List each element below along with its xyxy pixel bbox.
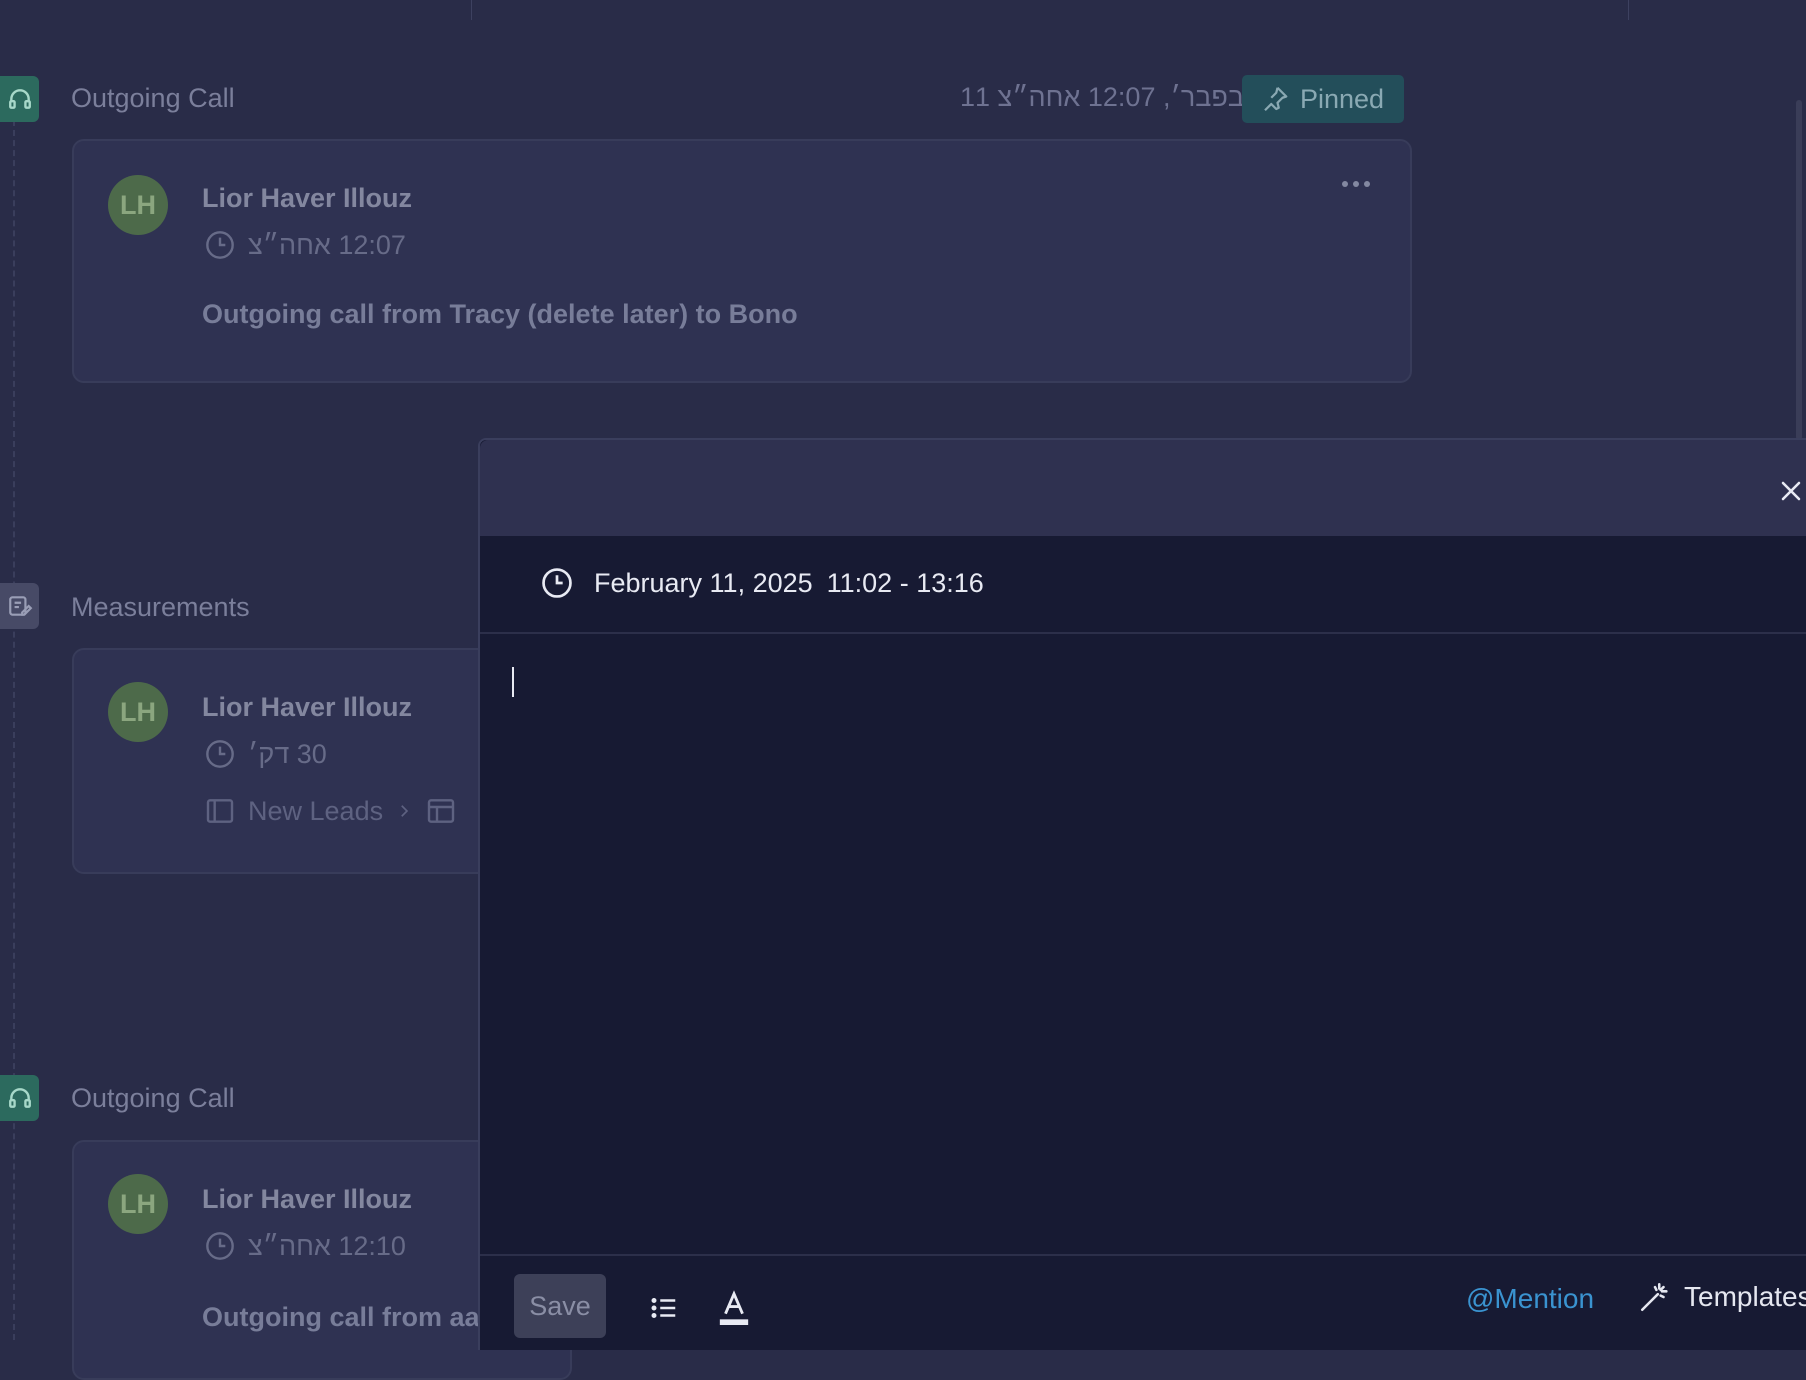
divider xyxy=(480,632,1806,634)
timeline-line xyxy=(13,120,15,1340)
divider xyxy=(480,1254,1806,1256)
avatar: LH xyxy=(108,682,168,742)
avatar: LH xyxy=(108,175,168,235)
event-body: Outgoing call from Tracy (delete later) … xyxy=(202,299,798,329)
event-meta: 12:07 אחה״צ xyxy=(204,229,406,261)
magic-wand-icon xyxy=(1640,1282,1668,1312)
scrollbar[interactable] xyxy=(1796,100,1802,440)
breadcrumb-board[interactable]: New Leads xyxy=(248,796,383,827)
text-color-icon xyxy=(719,1290,749,1325)
pinned-label: Pinned xyxy=(1300,83,1385,114)
event-timestamp: בפבר׳, 12:07 אחה״צ 11 xyxy=(960,82,1245,112)
author-name: Lior Haver Illouz xyxy=(202,692,413,722)
clock-icon xyxy=(206,231,234,259)
meta-text: 30 דק׳ xyxy=(248,738,327,769)
pinned-badge[interactable]: Pinned xyxy=(1242,75,1404,123)
event-meta: 12:10 אחה״צ xyxy=(204,1230,406,1262)
author-name: Lior Haver Illouz xyxy=(202,1184,413,1214)
meta-text: 12:10 אחה״צ xyxy=(248,1230,406,1261)
text-color-button[interactable] xyxy=(714,1288,754,1328)
chevron-right-icon xyxy=(401,805,409,817)
templates-button[interactable]: Templates xyxy=(1638,1280,1806,1314)
clock-icon xyxy=(542,568,572,598)
top-divider-right xyxy=(1628,0,1629,20)
pin-icon xyxy=(1264,86,1288,112)
mention-button[interactable]: @Mention xyxy=(1466,1283,1594,1315)
templates-label: Templates xyxy=(1684,1281,1806,1312)
event-body: Outgoing call from aa xyxy=(202,1302,480,1332)
event-title: Outgoing Call xyxy=(71,1083,235,1113)
text-editor[interactable] xyxy=(510,655,1790,1255)
close-icon xyxy=(1781,481,1801,501)
meta-text: 12:07 אחה״צ xyxy=(248,229,406,260)
clock-icon xyxy=(206,740,234,768)
time-range-text: 11:02 - 13:16 xyxy=(826,567,984,598)
event-meta: 30 דק׳ xyxy=(204,738,327,770)
call-type-icon xyxy=(0,76,39,122)
call-type-icon xyxy=(0,1075,39,1121)
item-icon xyxy=(427,799,455,823)
close-button[interactable] xyxy=(1776,476,1806,506)
update-editor-modal: February 11, 2025 11:02 - 13:16 Save @Me… xyxy=(478,438,1806,1350)
avatar: LH xyxy=(108,1174,168,1234)
modal-header xyxy=(480,440,1806,536)
clock-icon xyxy=(206,1232,234,1260)
date-time-row[interactable]: February 11, 2025 11:02 - 13:16 xyxy=(540,566,984,600)
author-name: Lior Haver Illouz xyxy=(202,183,413,213)
event-title: Outgoing Call xyxy=(71,83,235,113)
list-icon xyxy=(651,1298,676,1318)
date-text: February 11, 2025 xyxy=(594,567,813,598)
breadcrumb: New Leads xyxy=(204,795,457,827)
event-title: Measurements xyxy=(71,592,250,622)
save-button[interactable]: Save xyxy=(514,1274,606,1338)
bullet-list-button[interactable] xyxy=(644,1288,684,1328)
top-divider-left xyxy=(471,0,472,20)
note-type-icon xyxy=(0,583,39,629)
text-caret xyxy=(512,667,514,697)
event-card: LH Lior Haver Illouz 12:07 אחה״צ Outgoin… xyxy=(72,139,1412,383)
board-icon xyxy=(206,799,234,823)
more-options-button[interactable] xyxy=(1342,181,1370,187)
